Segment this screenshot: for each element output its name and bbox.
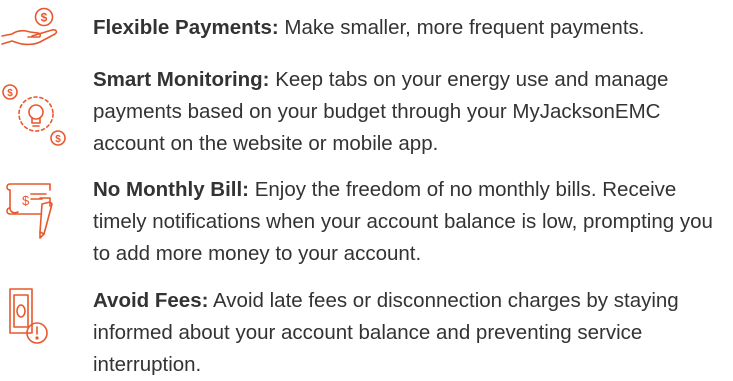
feature-title: Flexible Payments: <box>93 16 279 39</box>
hand-dollar-icon: $ <box>0 6 70 46</box>
svg-text:$: $ <box>41 11 48 25</box>
feature-text: No Monthly Bill: Enjoy the freedom of no… <box>93 174 733 270</box>
feature-list: $ Flexible Payments: Make smaller, more … <box>0 0 733 376</box>
feature-title: No Monthly Bill: <box>93 178 250 201</box>
feature-body: Make smaller, more frequent payments. <box>278 16 645 39</box>
svg-text:$: $ <box>55 134 61 145</box>
feature-text: Smart Monitoring: Keep tabs on your ener… <box>93 64 733 160</box>
feature-title: Avoid Fees: <box>93 289 209 312</box>
svg-text:$: $ <box>22 193 30 208</box>
feature-title: Smart Monitoring: <box>93 68 270 91</box>
svg-text:$: $ <box>7 88 13 99</box>
money-alert-icon <box>0 285 70 355</box>
lightbulb-dollar-icon: $ $ <box>0 82 70 150</box>
feature-text: Flexible Payments: Make smaller, more fr… <box>93 12 733 44</box>
feature-text: Avoid Fees: Avoid late fees or disconnec… <box>93 285 733 381</box>
bill-pencil-icon: $ <box>0 178 70 248</box>
